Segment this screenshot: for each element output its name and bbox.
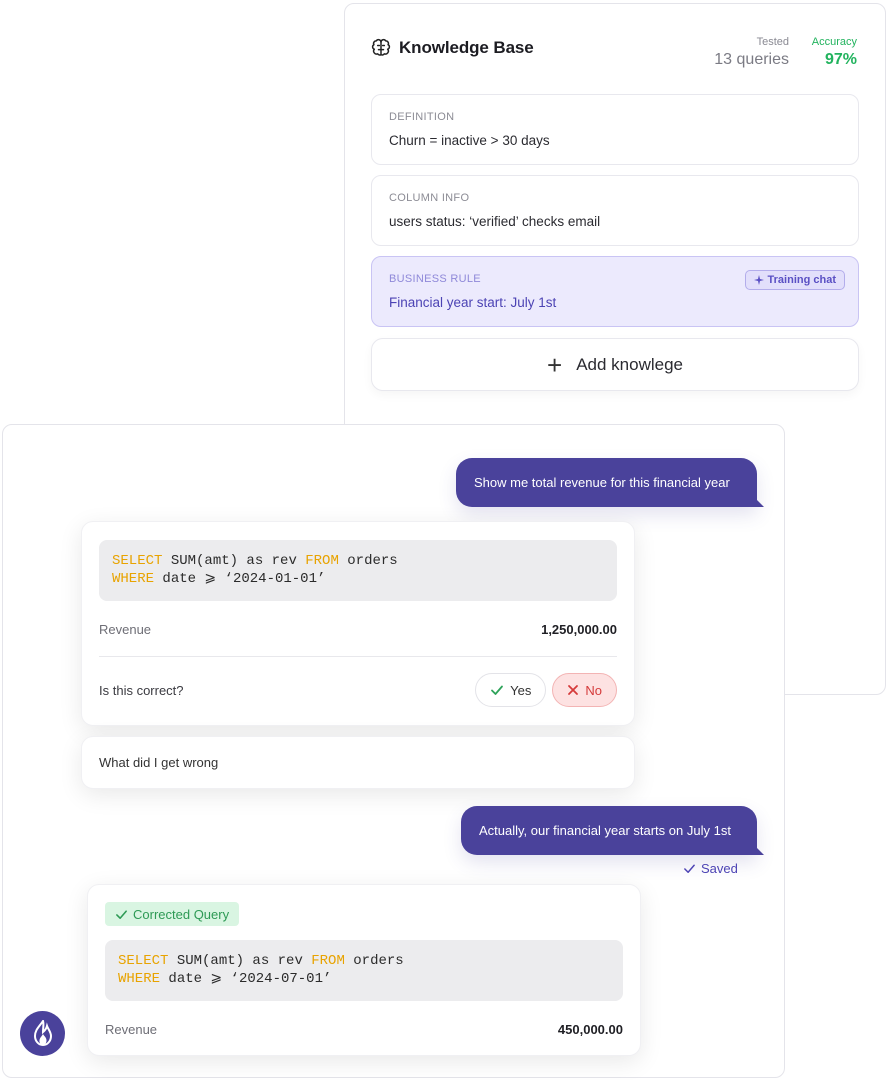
revenue-value: 450,000.00 bbox=[557, 1022, 623, 1037]
check-icon bbox=[491, 685, 504, 695]
flame-logo-icon bbox=[33, 1019, 52, 1046]
chat-panel: Show me total revenue for this financial… bbox=[2, 424, 785, 1078]
corrected-response-card: Corrected Query SELECT SUM(amt) as rev F… bbox=[87, 884, 641, 1056]
sql-keyword: SELECT bbox=[118, 953, 169, 969]
kb-card-title: DEFINITION bbox=[389, 111, 455, 123]
user-message-bubble: Show me total revenue for this financial… bbox=[456, 458, 764, 507]
sql-keyword: FROM bbox=[311, 953, 345, 969]
tested-label: Tested bbox=[756, 36, 789, 48]
feedback-question: Is this correct? bbox=[99, 682, 184, 698]
sql-text: date ⩾ ‘2024-01-01’ bbox=[154, 571, 326, 587]
sql-text: SUM(amt) as rev bbox=[162, 553, 306, 569]
sql-keyword: WHERE bbox=[118, 971, 161, 987]
brain-icon bbox=[371, 38, 391, 56]
what-wrong-prompt: What did I get wrong bbox=[81, 736, 635, 789]
user-message-text: Actually, our financial year starts on J… bbox=[479, 823, 731, 838]
divider bbox=[99, 656, 617, 657]
sql-code-block: SELECT SUM(amt) as rev FROM orders WHERE… bbox=[105, 940, 623, 1001]
no-label: No bbox=[585, 682, 602, 698]
saved-indicator: Saved bbox=[683, 861, 738, 876]
saved-label: Saved bbox=[701, 861, 738, 876]
assistant-response-card: SELECT SUM(amt) as rev FROM orders WHERE… bbox=[81, 521, 635, 726]
add-knowledge-button[interactable]: + Add knowlege bbox=[371, 338, 859, 391]
accuracy-value: 97% bbox=[824, 51, 857, 68]
tested-value: 13 queries bbox=[714, 51, 789, 68]
kb-header: Knowledge Base bbox=[371, 38, 534, 58]
user-message-bubble: Actually, our financial year starts on J… bbox=[461, 806, 764, 855]
kb-card-text: Churn = inactive > 30 days bbox=[389, 133, 550, 148]
user-message-text: Show me total revenue for this financial… bbox=[474, 475, 730, 490]
add-knowledge-label: Add knowlege bbox=[576, 354, 683, 374]
revenue-row: Revenue 450,000.00 bbox=[105, 1022, 623, 1037]
kb-card-definition[interactable]: DEFINITION Churn = inactive > 30 days bbox=[371, 94, 859, 165]
feedback-row: Is this correct? Yes No bbox=[99, 672, 617, 708]
brand-logo bbox=[20, 1011, 65, 1056]
kb-card-text: Financial year start: July 1st bbox=[389, 295, 557, 310]
yes-label: Yes bbox=[510, 682, 532, 698]
corrected-query-label: Corrected Query bbox=[133, 906, 230, 922]
accuracy-label: Accuracy bbox=[811, 36, 857, 48]
sql-keyword: FROM bbox=[305, 553, 339, 569]
sparkle-icon bbox=[753, 275, 764, 285]
kb-card-title: COLUMN INFO bbox=[389, 192, 470, 204]
what-wrong-text: What did I get wrong bbox=[99, 755, 219, 770]
kb-card-business-rule[interactable]: BUSINESS RULE Financial year start: July… bbox=[371, 256, 859, 327]
plus-icon: + bbox=[547, 349, 563, 380]
corrected-query-badge: Corrected Query bbox=[105, 902, 240, 926]
yes-button[interactable]: Yes bbox=[475, 673, 547, 707]
kb-title: Knowledge Base bbox=[399, 38, 534, 57]
training-chat-label: Training chat bbox=[767, 274, 836, 286]
kb-card-text: users status: ‘verified’ checks email bbox=[389, 214, 601, 229]
sql-text: orders bbox=[338, 553, 398, 569]
revenue-value: 1,250,000.00 bbox=[541, 622, 617, 637]
tested-stat: Tested 13 queries bbox=[714, 36, 789, 69]
revenue-label: Revenue bbox=[105, 1022, 158, 1037]
sql-keyword: SELECT bbox=[112, 553, 163, 569]
revenue-row: Revenue 1,250,000.00 bbox=[99, 622, 617, 637]
sql-text: SUM(amt) as rev bbox=[168, 953, 312, 969]
check-icon bbox=[684, 864, 695, 873]
sql-code-block: SELECT SUM(amt) as rev FROM orders WHERE… bbox=[99, 540, 617, 601]
feedback-buttons: Yes No bbox=[475, 673, 617, 707]
close-icon bbox=[568, 685, 579, 695]
sql-keyword: WHERE bbox=[112, 571, 155, 587]
no-button[interactable]: No bbox=[552, 673, 617, 707]
training-chat-chip: Training chat bbox=[744, 270, 845, 290]
accuracy-stat: Accuracy 97% bbox=[812, 36, 857, 69]
sql-text: orders bbox=[344, 953, 404, 969]
revenue-label: Revenue bbox=[99, 622, 152, 637]
check-icon bbox=[116, 909, 127, 919]
sql-text: date ⩾ ‘2024-07-01’ bbox=[160, 971, 332, 987]
kb-card-column-info[interactable]: COLUMN INFO users status: ‘verified’ che… bbox=[371, 175, 859, 246]
